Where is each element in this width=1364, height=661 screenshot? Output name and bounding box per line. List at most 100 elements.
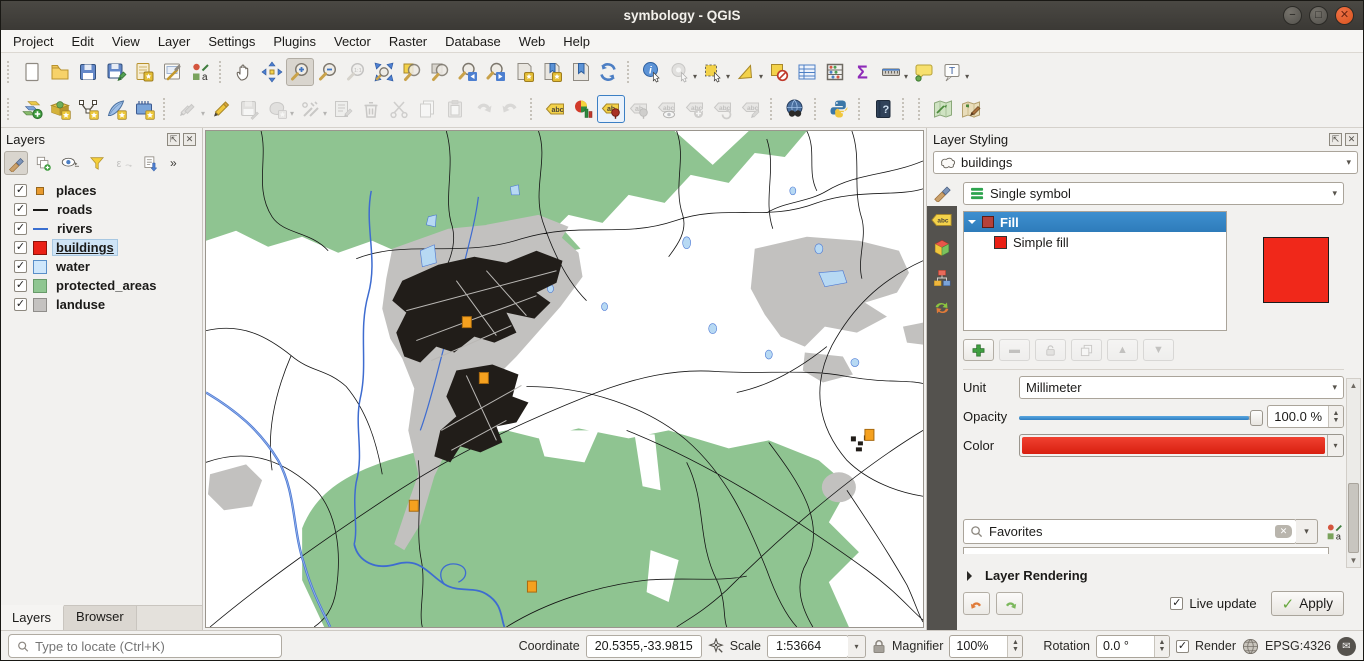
lock-color-button[interactable]: [1035, 339, 1066, 361]
dropdown-caret-icon[interactable]: ▾: [759, 72, 763, 81]
maximize-button[interactable]: □: [1309, 6, 1328, 25]
new-project-icon[interactable]: [18, 58, 46, 86]
text-annotation-icon[interactable]: T: [938, 58, 966, 86]
magnifier-spinbox[interactable]: 100%▲▼: [949, 635, 1023, 658]
cut-features-icon[interactable]: [385, 95, 413, 123]
dropdown-caret-icon[interactable]: ▾: [290, 109, 294, 118]
slider-handle[interactable]: [1250, 410, 1263, 426]
show-bookmarks-icon[interactable]: [538, 58, 566, 86]
layer-row-protected-areas[interactable]: ✓ protected_areas: [14, 276, 202, 295]
toolbar-handle[interactable]: [902, 98, 910, 120]
copy-features-icon[interactable]: [413, 95, 441, 123]
zoom-next-icon[interactable]: [482, 58, 510, 86]
scale-dropdown-icon[interactable]: ▾: [848, 635, 866, 658]
layers-toolbar-overflow-icon[interactable]: »: [170, 156, 177, 170]
rotate-label-icon[interactable]: abc: [709, 95, 737, 123]
style-manager-icon[interactable]: a: [186, 58, 214, 86]
save-layer-edits-icon[interactable]: [235, 95, 263, 123]
toolbar-handle[interactable]: [163, 98, 171, 120]
metasearch-icon[interactable]: [781, 95, 809, 123]
statistical-summary-icon[interactable]: Σ: [849, 58, 877, 86]
highlight-pinned-labels-icon[interactable]: ab: [625, 95, 653, 123]
lock-scale-icon[interactable]: [872, 639, 886, 654]
zoom-full-icon[interactable]: [370, 58, 398, 86]
coordinate-value[interactable]: 20.5355,-33.9815: [586, 635, 702, 658]
styling-scrollbar[interactable]: ▲ ▼: [1346, 378, 1361, 568]
close-button[interactable]: ✕: [1335, 6, 1354, 25]
scroll-thumb[interactable]: [1348, 483, 1359, 553]
opacity-slider[interactable]: [1019, 408, 1263, 426]
refresh-icon[interactable]: [594, 58, 622, 86]
locator-input[interactable]: [35, 639, 273, 654]
open-data-source-manager-icon[interactable]: [18, 95, 46, 123]
new-geopackage-layer-icon[interactable]: [46, 95, 74, 123]
locator-box[interactable]: [8, 634, 282, 658]
style-filter-dropdown-icon[interactable]: ▾: [1296, 519, 1318, 544]
layer-checkbox[interactable]: ✓: [14, 184, 27, 197]
add-group-icon[interactable]: [31, 151, 55, 175]
move-up-button[interactable]: ▲: [1107, 339, 1138, 361]
style-undo-button[interactable]: [963, 592, 990, 615]
plugin-tool-2-icon[interactable]: [957, 95, 985, 123]
zoom-to-layer-icon[interactable]: [426, 58, 454, 86]
layer-rendering-section[interactable]: Layer Rendering: [963, 568, 1344, 583]
symbol-tree-fill-row[interactable]: Fill: [964, 212, 1226, 232]
dropdown-caret-icon[interactable]: ▾: [726, 72, 730, 81]
spin-arrows-icon[interactable]: ▲▼: [1154, 636, 1169, 657]
identify-features-icon[interactable]: i: [638, 58, 666, 86]
unit-dropdown[interactable]: Millimeter ▾: [1019, 376, 1344, 399]
crs-globe-icon[interactable]: [1242, 638, 1259, 655]
menu-edit[interactable]: Edit: [62, 32, 102, 51]
pan-map-icon[interactable]: [230, 58, 258, 86]
layer-row-roads[interactable]: ✓ roads: [14, 200, 202, 219]
spin-arrows-icon[interactable]: ▲▼: [1007, 636, 1022, 657]
panel-close-icon[interactable]: ✕: [1345, 133, 1358, 146]
layer-row-rivers[interactable]: ✓ rivers: [14, 219, 202, 238]
zoom-native-icon[interactable]: 1:1: [342, 58, 370, 86]
layer-checkbox[interactable]: ✓: [14, 279, 27, 292]
menu-raster[interactable]: Raster: [380, 32, 436, 51]
delete-selected-icon[interactable]: [357, 95, 385, 123]
panel-close-icon[interactable]: ✕: [183, 133, 196, 146]
color-button[interactable]: ▾: [1019, 434, 1344, 457]
layer-row-landuse[interactable]: ✓ landuse: [14, 295, 202, 314]
style-search-box[interactable]: Favorites ✕: [963, 519, 1297, 544]
help-contents-icon[interactable]: ?: [869, 95, 897, 123]
new-virtual-layer-icon[interactable]: [130, 95, 158, 123]
modify-attributes-icon[interactable]: [329, 95, 357, 123]
change-label-icon[interactable]: abc: [737, 95, 765, 123]
undo-icon[interactable]: [469, 95, 497, 123]
menu-web[interactable]: Web: [510, 32, 555, 51]
layer-labeling-options-icon[interactable]: abc: [541, 95, 569, 123]
filter-by-expression-icon[interactable]: ε: [112, 151, 136, 175]
show-hide-labels-icon[interactable]: abc: [653, 95, 681, 123]
style-redo-button[interactable]: [996, 592, 1023, 615]
messages-icon[interactable]: ✉: [1337, 637, 1356, 656]
dropdown-caret-icon[interactable]: ▾: [323, 109, 327, 118]
open-layer-styling-icon[interactable]: [4, 151, 28, 175]
deselect-features-icon[interactable]: [765, 58, 793, 86]
layer-name[interactable]: roads: [54, 202, 95, 217]
renderer-dropdown[interactable]: Single symbol ▾: [963, 182, 1344, 205]
toolbar-handle[interactable]: [918, 98, 926, 120]
opacity-spinbox[interactable]: 100.0 % ▲▼: [1267, 405, 1344, 428]
rotation-spinbox[interactable]: 0.0 °▲▼: [1096, 635, 1170, 658]
scroll-up-icon[interactable]: ▲: [1347, 379, 1360, 392]
expand-arrow-icon[interactable]: [968, 220, 976, 228]
select-by-form-icon[interactable]: [732, 58, 760, 86]
expand-collapse-tree-icon[interactable]: [139, 151, 163, 175]
layer-name[interactable]: buildings: [53, 240, 117, 255]
open-project-icon[interactable]: [46, 58, 74, 86]
layer-diagram-options-icon[interactable]: [569, 95, 597, 123]
save-project-icon[interactable]: [74, 58, 102, 86]
layer-checkbox[interactable]: ✓: [14, 203, 27, 216]
paste-features-icon[interactable]: [441, 95, 469, 123]
toolbar-handle[interactable]: [7, 98, 15, 120]
toolbar-handle[interactable]: [627, 61, 635, 83]
zoom-in-icon[interactable]: [286, 58, 314, 86]
move-down-button[interactable]: ▼: [1143, 339, 1174, 361]
add-symbol-layer-button[interactable]: [963, 339, 994, 361]
toolbar-handle[interactable]: [219, 61, 227, 83]
open-attribute-table-icon[interactable]: [793, 58, 821, 86]
map-canvas[interactable]: [205, 130, 924, 628]
